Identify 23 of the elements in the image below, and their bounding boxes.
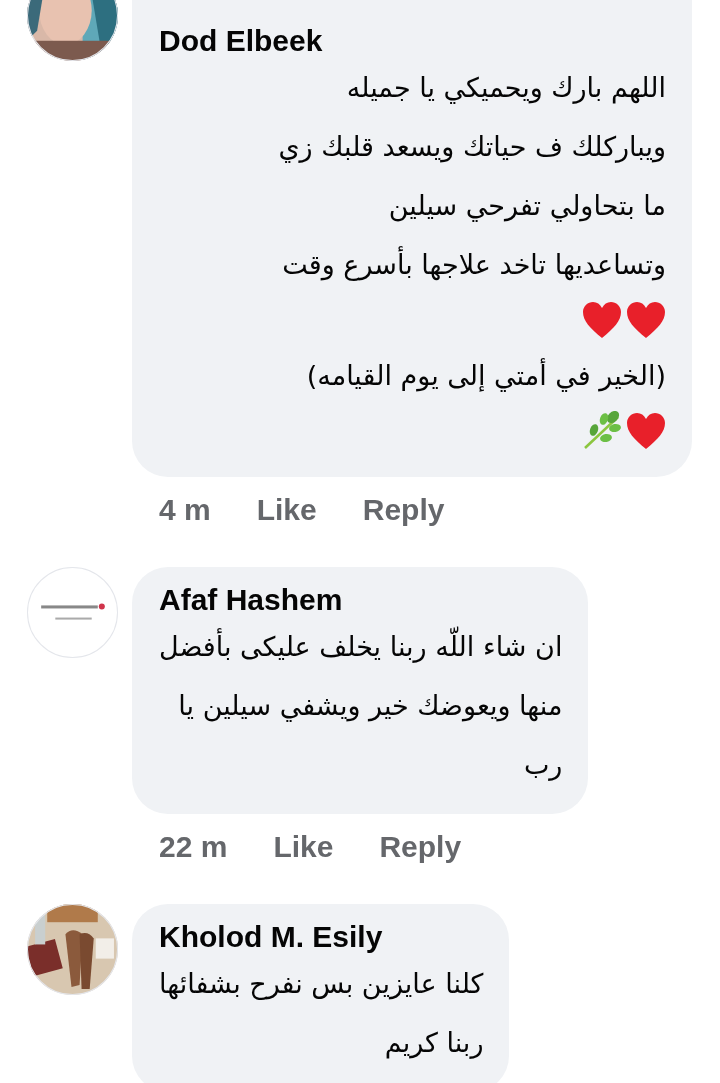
comment-text: ويباركلك ف حياتك ويسعد قلبك زي (277, 130, 666, 165)
author-name[interactable]: Afaf Hashem (159, 583, 563, 617)
author-name[interactable]: Kholod M. Esily (159, 920, 484, 954)
like-link[interactable]: Like (256, 493, 317, 527)
comment-text: منها ويعوضك خير ويشفي سيلين يا (177, 689, 563, 724)
author-name[interactable]: Dod Elbeek (159, 24, 666, 58)
heart-icon (626, 411, 666, 451)
reply-link[interactable]: Reply (362, 493, 445, 527)
comment-text: وتساعديها تاخد علاجها بأسرع وقت (159, 235, 666, 294)
comment-text: ان شاء اللّه ربنا يخلف عليكى بأفضل (159, 617, 563, 676)
leaf-branch-icon (582, 411, 622, 451)
comment-text: ربنا كريم (383, 1026, 484, 1061)
like-link[interactable]: Like (273, 830, 334, 864)
comment-time: 4 m (159, 493, 211, 527)
comment-text: ما بتحاولي تفرحي سيلين (387, 189, 666, 224)
comment-text: (الخير في أمتي إلى يوم القيامه) (305, 357, 666, 394)
reply-link[interactable]: Reply (379, 830, 462, 864)
comment-time: 22 m (159, 830, 228, 864)
heart-icon (582, 300, 622, 340)
comment-text: رب (522, 748, 563, 783)
comment-text: اللهم بارك ويحميكي يا جميله (345, 71, 666, 106)
comment-text: كلنا عايزين بس نفرح بشفائها (159, 967, 484, 1002)
heart-icon (626, 300, 666, 340)
